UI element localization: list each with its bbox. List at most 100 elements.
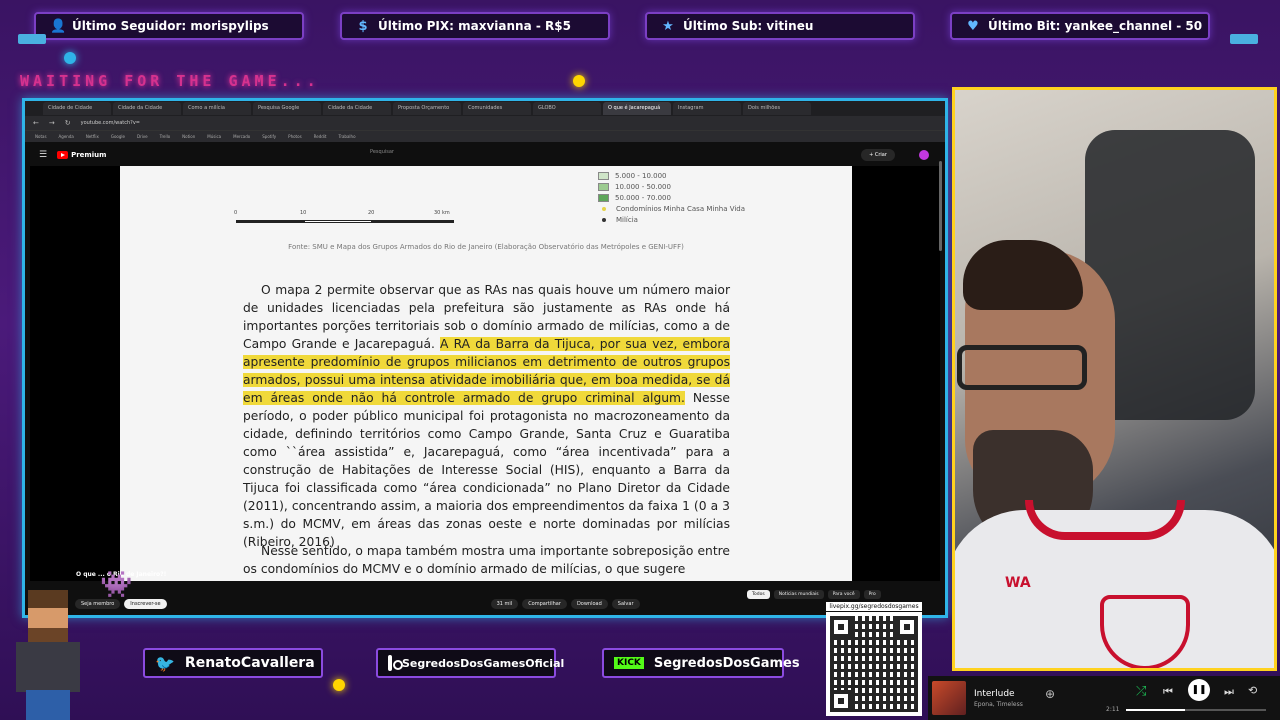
- waiting-text: WAITING FOR THE GAME...: [20, 72, 320, 90]
- legend-dot: [602, 206, 606, 211]
- decorative-dot: [573, 75, 585, 87]
- twitter-handle: 🐦 RenatoCavallera: [143, 648, 323, 678]
- download-button[interactable]: Download: [570, 599, 608, 609]
- browser-tab[interactable]: Como a milícia: [183, 102, 251, 115]
- browser-tab[interactable]: Cidade de Cidade: [43, 102, 111, 115]
- alert-bit-text: Último Bit: yankee_channel - 50: [988, 19, 1203, 33]
- webcam-collar: [1025, 500, 1185, 540]
- browser-tab[interactable]: Cidade da Cidade: [113, 102, 181, 115]
- youtube-header: ☰ Premium Pesquisar + Criar: [25, 144, 945, 166]
- webcam-glasses: [957, 345, 1087, 390]
- kick-handle: KICK SegredosDosGames: [602, 648, 800, 678]
- alert-last-sub: ★ Último Sub: vitineu: [645, 12, 915, 40]
- bookmark[interactable]: Trello: [160, 131, 171, 142]
- browser-tab[interactable]: Proposta Orçamento: [393, 102, 461, 115]
- bookmark[interactable]: Reddit: [314, 131, 327, 142]
- browser-tab[interactable]: GLOBO: [533, 102, 601, 115]
- bookmark[interactable]: Música: [207, 131, 221, 142]
- instagram-name: SegredosDosGamesOficial: [402, 656, 565, 670]
- kick-name: SegredosDosGames: [653, 655, 800, 671]
- alert-last-follower: 👤 Último Seguidor: morispylips: [34, 12, 304, 40]
- bookmark[interactable]: Notion: [182, 131, 195, 142]
- share-button[interactable]: Compartilhar: [522, 599, 567, 609]
- progress-bar[interactable]: [1126, 709, 1266, 711]
- legend-swatch: [598, 182, 609, 191]
- top-alert-bar: 👤 Último Seguidor: morispylips $ Último …: [0, 0, 1280, 50]
- browser-tab[interactable]: Dois milhões: [743, 102, 811, 115]
- browser-tab[interactable]: Comunidades: [463, 102, 531, 115]
- legend-item: 5.000 - 10.000: [598, 170, 745, 181]
- decorative-dot: [64, 52, 76, 64]
- back-icon[interactable]: ←: [33, 119, 39, 127]
- browser-tab-active[interactable]: O que é Jacarepaguá: [603, 102, 671, 115]
- youtube-play-icon: [57, 151, 69, 159]
- subscribe-button[interactable]: Inscrever-se: [124, 599, 167, 609]
- instagram-handle: SegredosDosGamesOficial: [376, 648, 564, 678]
- space-invader-icon: 👾: [100, 570, 133, 600]
- pause-button[interactable]: ❚❚: [1188, 679, 1210, 701]
- chip-world-news[interactable]: Notícias mundiais: [773, 590, 824, 599]
- paragraph-2: Nesse sentido, o mapa também mostra uma …: [243, 544, 730, 576]
- scale-label: 0: [234, 210, 238, 216]
- youtube-logo[interactable]: Premium: [57, 151, 106, 159]
- decorative-dot: [333, 679, 345, 691]
- avatar[interactable]: [919, 150, 929, 160]
- legend-label: Condomínios Minha Casa Minha Vida: [616, 204, 746, 213]
- shuffle-icon[interactable]: ⤮: [1136, 684, 1146, 699]
- chip-pro[interactable]: Pro: [863, 590, 881, 599]
- chip-all[interactable]: Todos: [747, 590, 770, 599]
- previous-icon[interactable]: ⏮: [1163, 685, 1173, 699]
- instagram-icon: [388, 655, 403, 671]
- alert-pix-text: Último PIX: maxvianna - R$5: [378, 19, 571, 33]
- qr-finder: [830, 616, 852, 638]
- browser-tab[interactable]: Cidade da Cidade: [323, 102, 391, 115]
- forward-icon[interactable]: →: [49, 119, 55, 127]
- webcam-shirt-brand: WA: [1005, 575, 1031, 591]
- alert-last-pix: $ Último PIX: maxvianna - R$5: [340, 12, 610, 40]
- next-icon[interactable]: ⏭: [1224, 685, 1234, 699]
- legend-label: 10.000 - 50.000: [615, 182, 671, 191]
- add-to-library-icon[interactable]: ⊕: [1045, 687, 1055, 701]
- scale-bar-line: [236, 220, 454, 223]
- figure-source: Fonte: SMU e Mapa dos Grupos Armados do …: [288, 243, 684, 251]
- search-input[interactable]: Pesquisar: [370, 149, 550, 161]
- repeat-icon[interactable]: ⟲: [1248, 684, 1257, 697]
- address-bar-row: ← → ↻ youtube.com/watch?v=: [25, 116, 945, 130]
- star-icon: ★: [662, 18, 674, 34]
- legend-label: 5.000 - 10.000: [615, 171, 667, 180]
- reload-icon[interactable]: ↻: [65, 119, 71, 127]
- legend-item: Milícia: [598, 214, 745, 225]
- elapsed-time: 2:11: [1106, 706, 1120, 713]
- address-bar[interactable]: youtube.com/watch?v=: [81, 120, 140, 126]
- qr-pattern: [830, 616, 918, 712]
- bookmark[interactable]: Notas: [35, 131, 47, 142]
- music-player: Interlude Epona, Timeless ⊕ ⤮ ⏮ ❚❚ ⏭ ⟲ 2…: [928, 676, 1280, 720]
- bookmark[interactable]: Mercado: [233, 131, 250, 142]
- recommendation-chips: Todos Notícias mundiais Para você Pro: [747, 590, 881, 599]
- like-button[interactable]: 31 mil: [490, 599, 519, 609]
- bookmark[interactable]: Photos: [288, 131, 302, 142]
- heart-icon: ♥: [967, 18, 979, 34]
- video-player[interactable]: 5.000 - 10.000 10.000 - 50.000 50.000 - …: [30, 166, 940, 581]
- chip-for-you[interactable]: Para você: [827, 590, 860, 599]
- legend-swatch: [598, 193, 609, 202]
- browser-tab[interactable]: Pesquisa Google: [253, 102, 321, 115]
- bookmark[interactable]: Agenda: [59, 131, 74, 142]
- bookmark[interactable]: Google: [111, 131, 125, 142]
- create-button[interactable]: + Criar: [861, 149, 895, 161]
- bookmark[interactable]: Spotify: [262, 131, 276, 142]
- page-scrollbar[interactable]: [939, 161, 942, 251]
- webcam-hair: [963, 240, 1083, 310]
- bookmark[interactable]: Netflix: [86, 131, 99, 142]
- legend-item: Condomínios Minha Casa Minha Vida: [598, 203, 745, 214]
- alert-sub-text: Último Sub: vitineu: [683, 19, 814, 33]
- pixel-body: [16, 642, 80, 692]
- bookmark[interactable]: Trabalho: [338, 131, 355, 142]
- bookmark[interactable]: Drive: [137, 131, 148, 142]
- browser-tabs: Cidade de Cidade Cidade da Cidade Como a…: [25, 101, 945, 116]
- browser-tab[interactable]: Instagram: [673, 102, 741, 115]
- pixel-hair: [28, 590, 68, 610]
- save-button[interactable]: Salvar: [611, 599, 640, 609]
- legend-item: 50.000 - 70.000: [598, 192, 745, 203]
- hamburger-menu-icon[interactable]: ☰: [39, 150, 47, 160]
